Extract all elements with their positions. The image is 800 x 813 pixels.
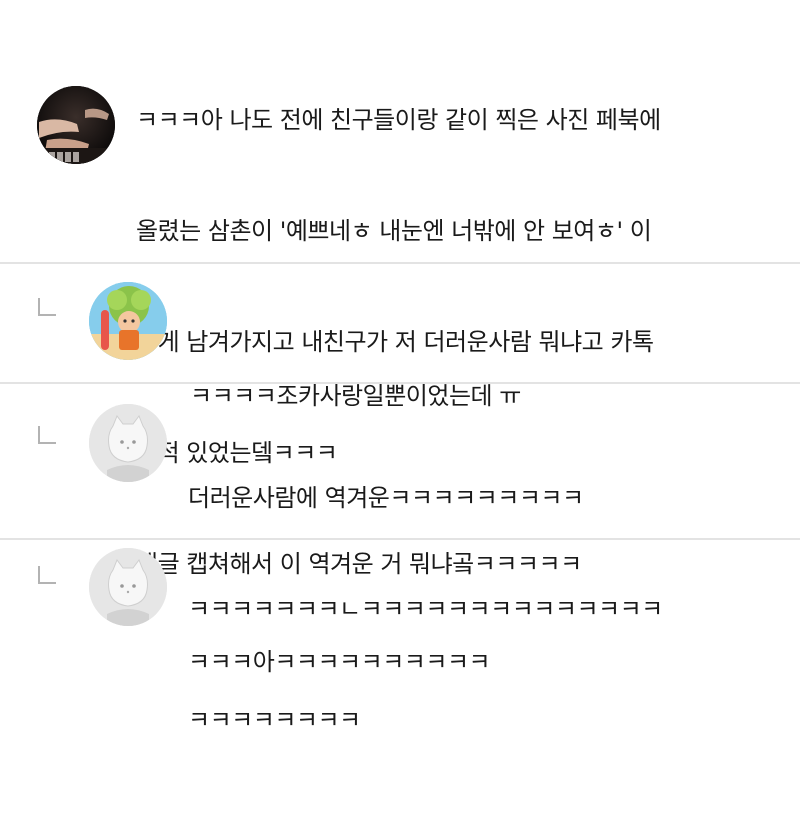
comment-item: ㅋㅋㅋ아 나도 전에 친구들이랑 같이 찍은 사진 페북에 올렸는 삼촌이 '예… — [0, 0, 800, 578]
reply-item: ㅋㅋㅋㅋ조카사랑일뿐이었는데 ㅠ — [0, 264, 800, 410]
reply-arrow-icon — [38, 298, 56, 316]
avatar[interactable] — [89, 282, 167, 360]
reply-item: ㅋㅋㅋ아ㅋㅋㅋㅋㅋㅋㅋㅋㅋㅋ — [0, 540, 800, 676]
reply-arrow-icon — [38, 426, 56, 444]
default-cat-avatar-icon — [89, 404, 167, 482]
avatar[interactable] — [89, 404, 167, 482]
comment-line: 올렸는 삼촌이 '예쁘네ㅎ 내눈엔 너밖에 안 보여ㅎ' 이 — [136, 217, 652, 245]
comment-line: ㅋㅋㅋ아 나도 전에 친구들이랑 같이 찍은 사진 페북에 — [136, 106, 661, 134]
reply-line: 더러운사람에 역겨운ㅋㅋㅋㅋㅋㅋㅋㅋㅋ — [188, 484, 584, 512]
avatar[interactable] — [37, 86, 115, 164]
reply-text: ㅋㅋㅋ아ㅋㅋㅋㅋㅋㅋㅋㅋㅋㅋ — [188, 570, 491, 755]
default-cat-avatar-icon — [89, 548, 167, 626]
reply-line: ㅋㅋㅋ아ㅋㅋㅋㅋㅋㅋㅋㅋㅋㅋ — [188, 648, 491, 676]
reply-arrow-icon — [38, 566, 56, 584]
avatar[interactable] — [89, 548, 167, 626]
character-avatar-icon — [89, 282, 167, 360]
piano-hands-photo-icon — [37, 86, 115, 164]
reply-item: 더러운사람에 역겨운ㅋㅋㅋㅋㅋㅋㅋㅋㅋ ㅋㅋㅋㅋㅋㅋㅋㄴㅋㅋㅋㅋㅋㅋㅋㅋㅋㅋㅋㅋ… — [0, 384, 800, 734]
